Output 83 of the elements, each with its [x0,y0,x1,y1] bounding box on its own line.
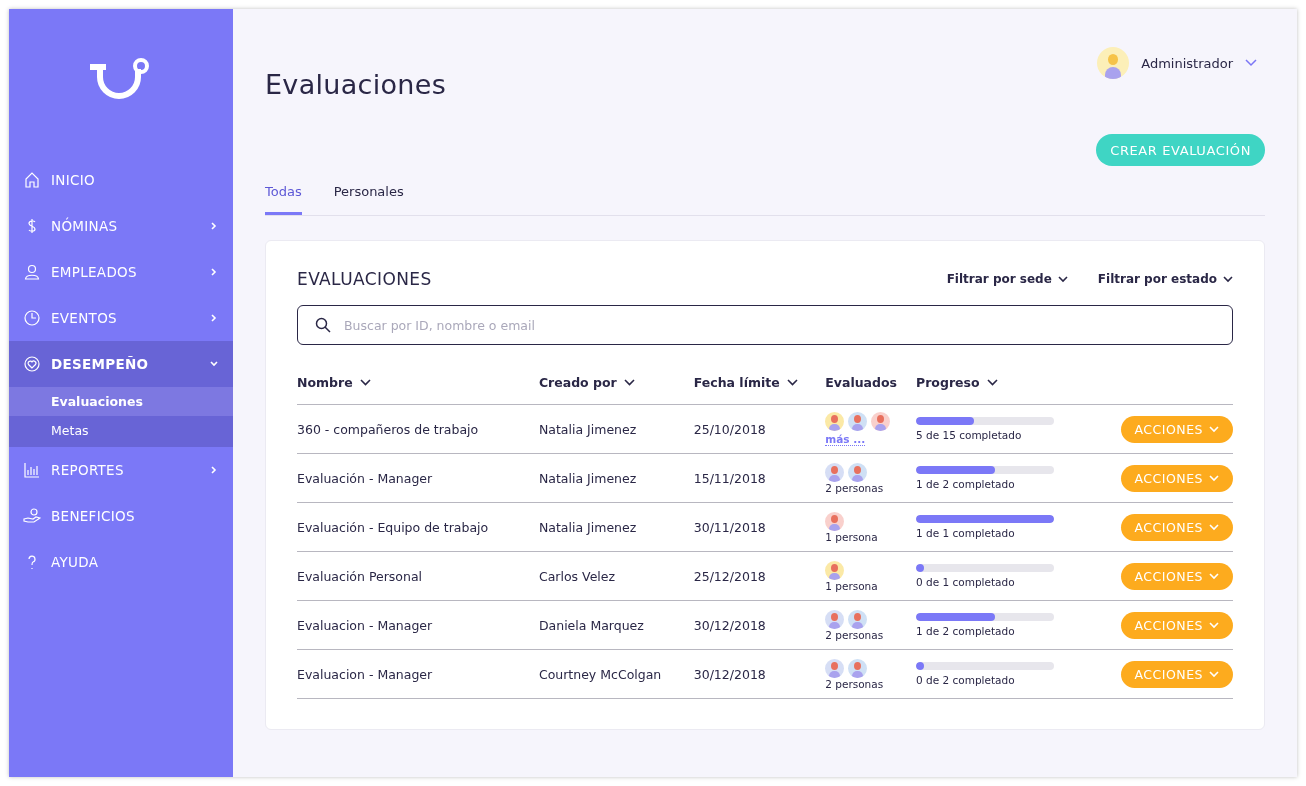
sort-icon [986,379,998,386]
table-cell: 25/12/2018 [693,568,766,584]
chevron-icon [1209,523,1219,531]
chevron-icon [1209,621,1219,629]
table-cell: 30/12/2018 [693,617,766,633]
page-title: Evaluaciones [265,69,447,100]
chevron-icon [209,313,219,323]
create-button[interactable]: CREAR EVALUACIÓN [1096,134,1265,166]
column-header: Evaluados [825,375,897,390]
actions-button[interactable]: ACCIONES [1120,415,1233,443]
progress-text: 5 de 15 completado [916,429,1023,441]
table-cell: Evaluacion - Manager [297,617,433,633]
column-header[interactable]: Progreso [916,375,998,390]
nav-item[interactable]: EMPLEADOS [9,249,233,295]
chevron-icon [1223,275,1233,283]
table-cell: Evaluacion - Manager [297,666,433,682]
chevron-icon [1209,572,1219,580]
chevron-icon [1209,670,1219,678]
chevron-icon [1209,425,1219,433]
chevron-icon [209,465,219,475]
sort-icon [359,379,371,386]
table-cell: Natalia Jimenez [538,470,637,486]
filter-dropdown[interactable]: Filtrar por estado [1097,272,1233,286]
table-cell: Courtney McColgan [538,666,662,682]
user-menu[interactable]: Administrador [1097,47,1257,79]
hand-icon [23,507,41,525]
nav-item[interactable]: BENEFICIOS [9,493,233,539]
person-icon [23,263,41,281]
progress-text: 1 de 2 completado [916,625,1016,637]
table-cell: Carlos Velez [538,568,616,584]
column-header[interactable]: Creado por [538,375,635,390]
chevron-icon [1245,59,1257,67]
clock-icon [23,309,41,327]
evaluated-count: 2 personas [825,481,885,494]
table-cell: 360 - compañeros de trabajo [297,421,479,437]
home-icon [23,171,41,189]
evaluated-count: 2 personas [825,628,885,641]
table-cell: Natalia Jimenez [538,421,637,437]
nav-item[interactable]: REPORTES [9,447,233,493]
filter-dropdown[interactable]: Filtrar por sede [946,272,1068,286]
evaluated-count: 2 personas [825,677,885,690]
sort-icon [786,379,798,386]
table-cell: 15/11/2018 [693,470,766,486]
sort-icon [623,379,635,386]
actions-button[interactable]: ACCIONES [1120,611,1233,639]
evaluated-count: 1 persona [825,530,879,543]
tab[interactable]: Todas [265,174,302,215]
column-header[interactable]: Fecha límite [693,375,798,390]
table-cell: 30/11/2018 [693,519,766,535]
table-cell: Daniela Marquez [538,617,644,633]
avatar-icon [1097,47,1130,79]
chevron-icon [209,359,219,369]
actions-button[interactable]: ACCIONES [1120,562,1233,590]
more-link[interactable]: más ... [825,433,866,447]
nav-item[interactable]: EVENTOS [9,295,233,341]
nav-subitem[interactable]: Evaluaciones [9,387,233,416]
column-header[interactable]: Nombre [297,375,371,390]
nav-subitem[interactable]: Metas [9,416,233,445]
table-cell: Evaluación - Equipo de trabajo [297,519,489,535]
table-cell: 25/10/2018 [693,421,766,437]
actions-button[interactable]: ACCIONES [1120,464,1233,492]
progress-text: 0 de 1 completado [916,576,1016,588]
card-title: EVALUACIONES [297,269,432,289]
chevron-icon [209,221,219,231]
progress-text: 0 de 2 completado [916,674,1016,686]
chevron-icon [209,267,219,277]
nav-item[interactable]: AYUDA [9,539,233,585]
table-cell: Evaluación Personal [297,568,423,584]
table-cell: Evaluación - Manager [297,470,433,486]
evaluated-count: 1 persona [825,579,879,592]
search-field[interactable]: Buscar por ID, nombre o email [297,305,1233,345]
table-cell: 30/12/2018 [693,666,766,682]
tab[interactable]: Personales [333,174,404,215]
actions-button[interactable]: ACCIONES [1120,660,1233,688]
chevron-icon [1209,474,1219,482]
progress-text: 1 de 1 completado [916,527,1016,539]
chevron-icon [1057,275,1068,283]
progress-text: 1 de 2 completado [916,478,1016,490]
nav-item[interactable]: NÓMINAS [9,203,233,249]
table-cell: Natalia Jimenez [538,519,637,535]
nav-item[interactable]: INICIO [9,157,233,203]
actions-button[interactable]: ACCIONES [1120,513,1233,541]
chart-icon [23,461,41,479]
